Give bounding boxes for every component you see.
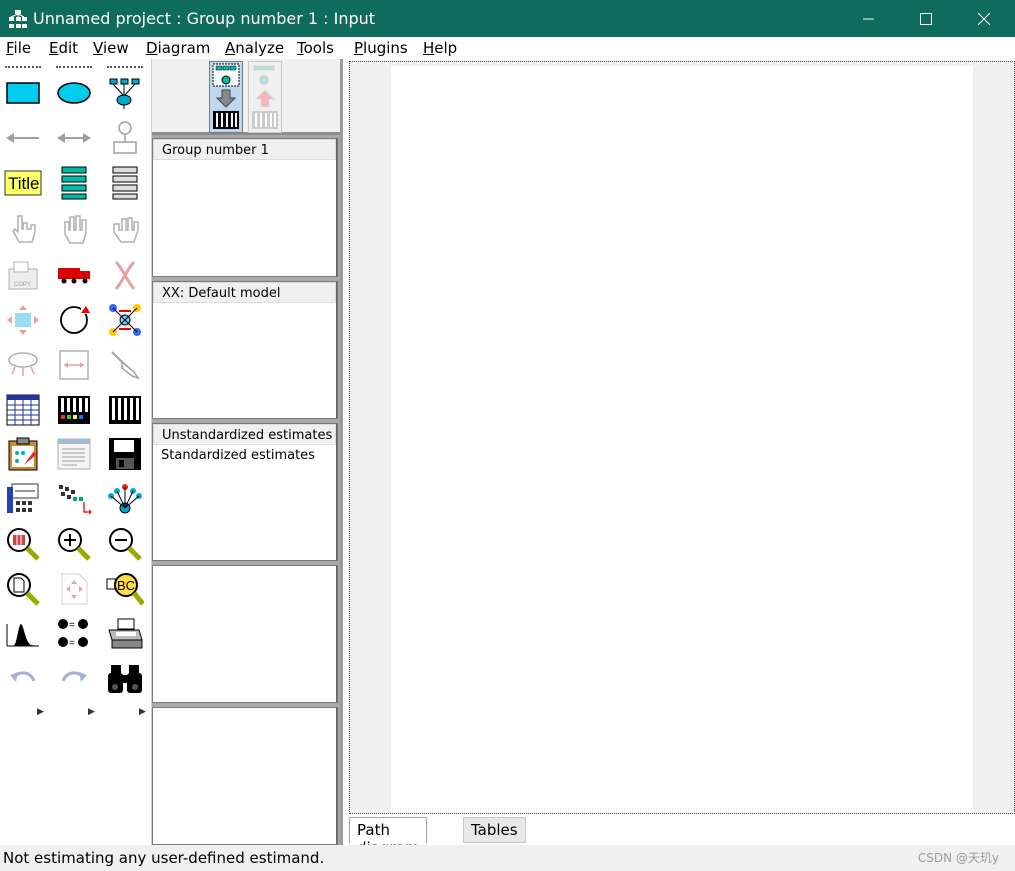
maximize-icon [920,12,932,25]
undo-icon[interactable] [2,659,44,699]
multiple-group-analysis-icon[interactable]: = = [53,614,95,654]
menu-bar: File Edit View Diagram Analyze Tools Plu… [0,37,1015,59]
window-title: Unnamed project : Group number 1 : Input [33,9,376,28]
status-message: Not estimating any user-defined estimand… [3,849,325,867]
menu-analyze[interactable]: Analyze [225,39,284,57]
tab-tables[interactable]: Tables [463,817,526,843]
draw-observed-variable-icon[interactable] [2,73,44,113]
select-one-object-icon[interactable] [2,209,44,249]
menu-tools[interactable]: Tools [297,39,334,57]
diagram-page[interactable] [391,66,973,813]
loupe-icon[interactable]: BC [104,569,146,609]
move-objects-icon[interactable] [53,255,95,295]
chevron-right-icon[interactable]: ▶ [88,706,95,717]
diagram-area: Path diagram Tables [340,59,1015,857]
draw-path-icon[interactable] [2,118,44,158]
view-output-path-diagram-button[interactable] [248,61,282,133]
close-button[interactable] [955,0,1013,37]
amos-app-icon[interactable] [8,9,28,29]
bayesian-estimation-icon[interactable] [2,614,44,654]
svg-text:COPY: COPY [14,282,31,288]
zoom-page-icon[interactable] [2,569,44,609]
rotate-indicators-icon[interactable] [53,300,95,340]
model-item[interactable]: XX: Default model [153,282,336,303]
toolbar-grip[interactable] [5,66,41,68]
list-variables-in-model-icon[interactable] [53,163,95,203]
svg-text:=: = [69,638,75,649]
draw-unobserved-variable-icon[interactable] [53,73,95,113]
status-bar: Not estimating any user-defined estimand… [0,845,1015,871]
scroll-icon[interactable] [53,345,95,385]
deselect-all-objects-icon[interactable] [104,209,146,249]
menu-view[interactable]: View [93,39,129,57]
drag-properties-icon[interactable] [53,479,95,519]
zoom-in-area-icon[interactable] [2,524,44,564]
zoom-in-icon[interactable] [53,524,95,564]
select-data-files-icon[interactable] [2,390,44,430]
copy-to-clipboard-icon[interactable] [2,434,44,474]
draw-covariance-icon[interactable] [53,118,95,158]
menu-diagram[interactable]: Diagram [146,39,210,57]
toolbar-grip[interactable] [56,66,92,68]
select-all-objects-icon[interactable] [53,209,95,249]
models-list[interactable]: XX: Default model [152,281,338,419]
estimate-item[interactable]: Unstandardized estimates [153,424,336,445]
tab-path-diagram[interactable]: Path diagram [349,817,428,857]
change-shape-icon[interactable] [2,300,44,340]
zoom-out-icon[interactable] [104,524,146,564]
view-input-path-diagram-icon [212,63,240,129]
add-unique-variable-icon[interactable] [104,118,146,158]
svg-text:BC: BC [117,578,135,593]
chevron-right-icon[interactable]: ▶ [139,706,146,717]
chevron-right-icon[interactable]: ▶ [37,706,44,717]
view-text-icon[interactable] [53,434,95,474]
erase-objects-icon[interactable] [104,255,146,295]
tool-palette: Title COPY BC = = ▶ ▶ ▶ [0,59,152,845]
print-icon[interactable] [104,614,146,654]
preserve-symmetries-icon[interactable] [104,479,146,519]
menu-file[interactable]: File [6,39,31,57]
view-input-path-diagram-button[interactable] [209,61,243,133]
estimate-item[interactable]: Standardized estimates [153,445,336,466]
specification-search-icon[interactable] [104,659,146,699]
svg-text:=: = [69,620,75,631]
navigation-panel: Group number 1 XX: Default model Unstand… [152,59,340,845]
close-icon [978,12,990,25]
minimize-button[interactable] [840,0,898,37]
list-variables-in-dataset-icon[interactable] [104,163,146,203]
reflect-indicators-icon[interactable] [104,300,146,340]
computation-summary-panel[interactable] [152,565,338,703]
analysis-properties-icon[interactable] [53,390,95,430]
menu-plugins[interactable]: Plugins [354,39,408,57]
toolbar-grip[interactable] [107,66,143,68]
touch-up-icon[interactable] [104,345,146,385]
maximize-button[interactable] [897,0,955,37]
object-properties-icon[interactable] [2,479,44,519]
drawing-canvas[interactable] [349,61,1015,814]
figure-caption-icon[interactable]: Title [2,163,44,203]
duplicate-objects-icon[interactable]: COPY [2,255,44,295]
diagram-mode-buttons [152,59,340,135]
minimize-icon [863,18,874,19]
title-bar: Unnamed project : Group number 1 : Input [0,0,1015,37]
view-output-path-diagram-icon [252,65,278,129]
fit-to-page-icon[interactable] [53,569,95,609]
redo-icon[interactable] [53,659,95,699]
menu-edit[interactable]: Edit [49,39,78,57]
groups-list[interactable]: Group number 1 [152,138,338,277]
menu-help[interactable]: Help [423,39,457,57]
move-parameter-icon[interactable] [2,345,44,385]
title-tool-label: Title [8,174,40,193]
calculate-estimates-icon[interactable] [104,390,146,430]
group-item[interactable]: Group number 1 [153,139,336,160]
watermark: CSDN @天玑y [917,851,999,865]
draw-latent-with-indicators-icon[interactable] [104,73,146,113]
files-panel[interactable] [152,707,338,845]
save-diagram-icon[interactable] [104,434,146,474]
estimates-list[interactable]: Unstandardized estimates Standardized es… [152,423,338,561]
